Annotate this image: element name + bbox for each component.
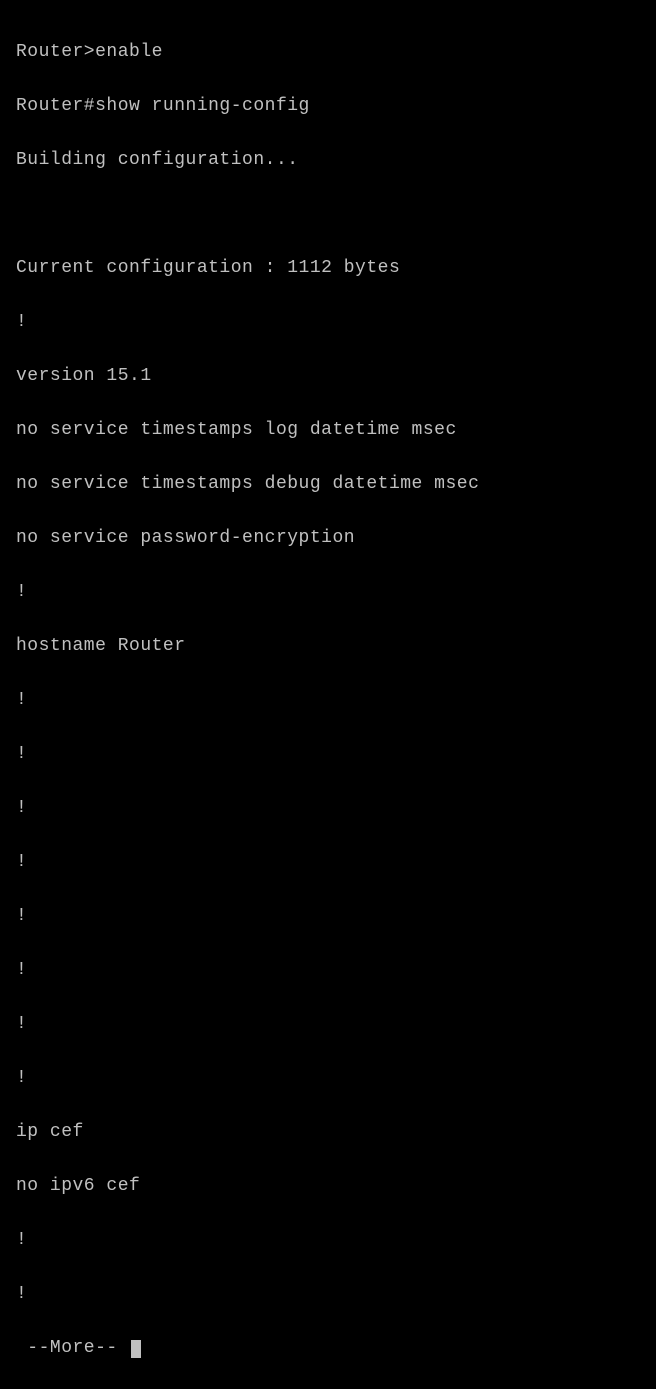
cli-line: no ipv6 cef (16, 1173, 640, 1200)
cli-line: Router#show running-config (16, 93, 640, 120)
cli-line: no service password-encryption (16, 525, 640, 552)
cli-line: ! (16, 1227, 640, 1254)
cli-line: ! (16, 795, 640, 822)
cli-line: ! (16, 957, 640, 984)
cli-line: ! (16, 1281, 640, 1308)
more-prompt-text: --More-- (16, 1335, 129, 1362)
cli-line: ! (16, 849, 640, 876)
cli-line: hostname Router (16, 633, 640, 660)
cli-line: no service timestamps debug datetime mse… (16, 471, 640, 498)
cli-line: Current configuration : 1112 bytes (16, 255, 640, 282)
cli-line: ! (16, 309, 640, 336)
cursor-icon (131, 1340, 141, 1358)
cli-line: no service timestamps log datetime msec (16, 417, 640, 444)
cli-line: ip cef (16, 1119, 640, 1146)
cli-line: ! (16, 579, 640, 606)
cli-line: ! (16, 1011, 640, 1038)
cli-line: version 15.1 (16, 363, 640, 390)
more-prompt[interactable]: --More-- (16, 1335, 640, 1362)
cli-line: ! (16, 741, 640, 768)
cli-line (16, 201, 640, 228)
cli-line: ! (16, 903, 640, 930)
cli-line: Router>enable (16, 39, 640, 66)
cli-line: Building configuration... (16, 147, 640, 174)
cli-line: ! (16, 1065, 640, 1092)
terminal-output[interactable]: Router>enable Router#show running-config… (16, 12, 640, 1389)
